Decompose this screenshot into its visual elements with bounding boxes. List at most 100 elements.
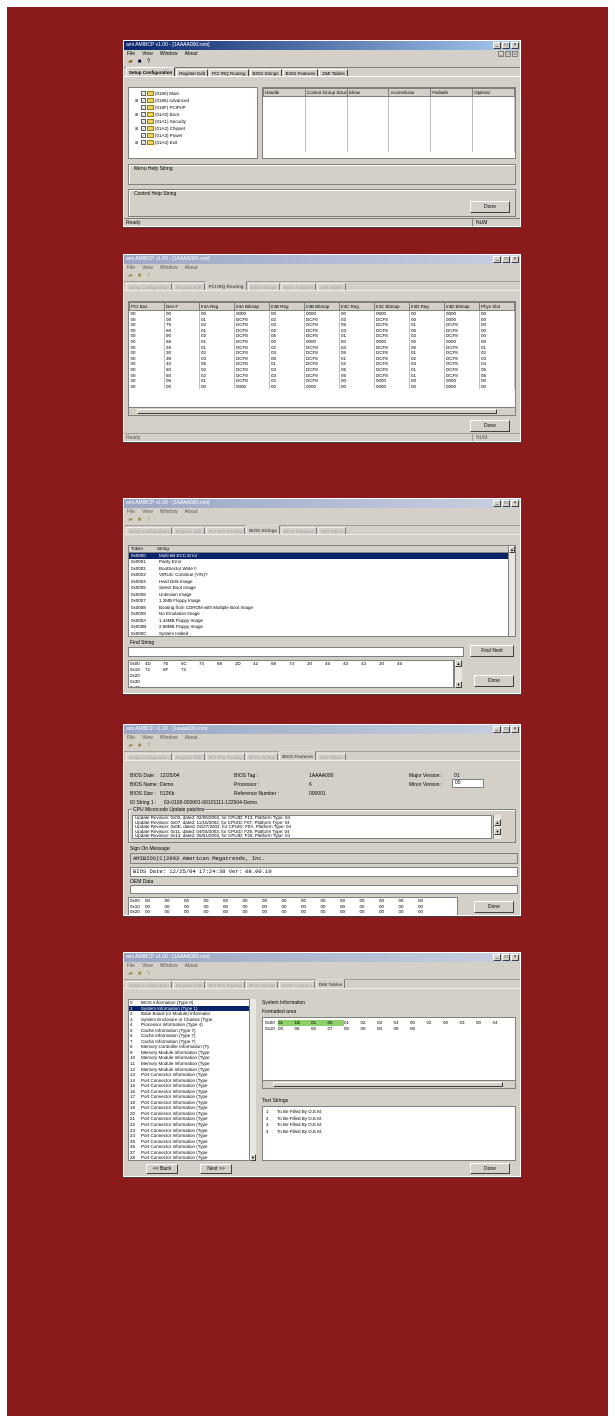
hex-byte[interactable]: 00: [301, 909, 321, 915]
irq-routing-grid[interactable]: PCI Bus Dev # IntA Reg IntA Bitmap IntB Reg I…: [128, 301, 516, 416]
close-button[interactable]: ×: [511, 500, 519, 507]
menu-window[interactable]: Window: [160, 962, 178, 970]
hex-byte[interactable]: [397, 685, 415, 687]
open-icon[interactable]: ▰: [127, 971, 134, 978]
tree-item[interactable]: ✓ (0190) Main: [135, 90, 257, 97]
column-header[interactable]: Phys Slot: [479, 302, 515, 311]
tab-register-edit[interactable]: Register Edit: [172, 753, 205, 760]
tab-bios-strings[interactable]: BIOS Strings: [249, 69, 282, 76]
column-header[interactable]: IntB Reg: [269, 302, 305, 311]
menu-about[interactable]: About: [185, 264, 198, 272]
tree-item[interactable]: ⊞ ✓ (0196) Advanced: [135, 97, 257, 104]
expand-icon[interactable]: ⊞: [135, 125, 140, 132]
minimize-button[interactable]: _: [493, 954, 501, 961]
tab-pci-irq-routing[interactable]: PCI IRQ Routing: [205, 527, 246, 534]
hex-byte[interactable]: 00: [165, 909, 185, 915]
help-icon[interactable]: ?: [145, 743, 152, 750]
hex-byte[interactable]: 00: [360, 909, 380, 915]
column-header[interactable]: Dev #: [164, 302, 200, 311]
minimize-button[interactable]: _: [493, 726, 501, 733]
hex-byte[interactable]: [493, 1026, 510, 1032]
microcode-scrollbar[interactable]: ▲ ▼: [493, 815, 501, 839]
tab-bios-strings[interactable]: BIOS Strings: [246, 753, 279, 760]
tab-pci-irq-routing[interactable]: PCI IRQ Routing: [209, 69, 249, 76]
menu-about[interactable]: About: [185, 508, 198, 516]
tab-dmi-tables[interactable]: DMI Tables: [317, 527, 347, 534]
hex-byte[interactable]: [343, 685, 361, 687]
scroll-down-button[interactable]: ▼: [494, 828, 501, 835]
save-icon[interactable]: ■: [136, 517, 143, 524]
column-header[interactable]: IntA Bitmap: [234, 302, 270, 311]
maximize-button[interactable]: □: [502, 726, 510, 733]
menu-about[interactable]: About: [185, 50, 198, 58]
next-button[interactable]: Next >>: [200, 1164, 232, 1174]
checkbox-icon[interactable]: ✓: [141, 119, 146, 124]
minor-version-input[interactable]: 00: [452, 779, 484, 788]
maximize-button[interactable]: □: [502, 500, 510, 507]
scroll-thumb[interactable]: [137, 409, 497, 414]
dmi-list-scrollbar[interactable]: ▼: [249, 999, 256, 1161]
strings-list[interactable]: Token String 0x0000 Multi-Bit ECC Error 0x0…: [128, 545, 516, 637]
minimize-button[interactable]: _: [493, 42, 501, 49]
column-header[interactable]: Failsafe: [430, 88, 474, 97]
menu-window[interactable]: Window: [160, 264, 178, 272]
help-icon[interactable]: ?: [145, 971, 152, 978]
vertical-scrollbar[interactable]: ▲: [508, 546, 515, 636]
oem-data-input[interactable]: [130, 885, 518, 894]
tab-dmi-tables[interactable]: DMI Tables: [315, 979, 346, 988]
scroll-up-button[interactable]: ▲: [494, 819, 501, 826]
text-strings-list[interactable]: 1 To Be Filled By O.E.M. 2 To Be Filled By …: [262, 1106, 516, 1161]
menu-file[interactable]: File: [127, 734, 135, 742]
expand-icon[interactable]: ⊞: [135, 111, 140, 118]
signon-line-2[interactable]: BIOS Date: 12/25/04 17:24:38 Ver: 08.00.…: [130, 867, 518, 877]
hex-byte[interactable]: [253, 685, 271, 687]
maximize-button[interactable]: □: [502, 42, 510, 49]
hex-byte[interactable]: 00: [243, 909, 263, 915]
tab-dmi-tables[interactable]: DMI Tables: [317, 283, 346, 290]
save-icon[interactable]: ■: [136, 59, 143, 66]
column-header[interactable]: Control Group Structure: [304, 88, 348, 97]
hex-byte[interactable]: [289, 685, 307, 687]
scroll-up-button[interactable]: ▲: [455, 660, 462, 667]
tree-item[interactable]: ⊞ ✓ (01A2) Chipset: [135, 125, 257, 132]
checkbox-icon[interactable]: ✓: [141, 133, 146, 138]
tab-bios-features[interactable]: BIOS Features: [279, 981, 315, 988]
column-header[interactable]: Handle: [263, 88, 306, 97]
menu-window[interactable]: Window: [160, 50, 178, 58]
open-icon[interactable]: ▰: [127, 273, 134, 280]
checkbox-icon[interactable]: ✓: [141, 140, 146, 145]
tab-pci-irq-routing[interactable]: PCI IRQ Routing: [205, 981, 246, 988]
tree-item[interactable]: ✓ (019F) PCIPnP: [135, 104, 257, 111]
help-icon[interactable]: ?: [145, 273, 152, 280]
column-header[interactable]: Show: [346, 88, 390, 97]
find-string-input[interactable]: [128, 647, 464, 657]
menu-file[interactable]: File: [127, 50, 135, 58]
column-header[interactable]: IntC Bitmap: [374, 302, 410, 311]
checkbox-icon[interactable]: ✓: [141, 98, 146, 103]
hex-byte[interactable]: 00: [377, 1026, 394, 1032]
expand-icon[interactable]: ⊞: [135, 139, 140, 146]
tab-dmi-tables[interactable]: DMI Tables: [317, 753, 346, 760]
tab-register-edit[interactable]: Register Edit: [176, 69, 209, 76]
hex-byte[interactable]: [379, 685, 397, 687]
tree-item[interactable]: ⊞ ✓ (01A4) Exit: [135, 139, 257, 146]
done-button[interactable]: Done: [474, 675, 514, 687]
microcode-line[interactable]: Update Revision: 0x13, dated: 05/01/2003…: [133, 834, 491, 838]
hex-byte[interactable]: 00: [223, 909, 243, 915]
hex-byte[interactable]: 00: [282, 909, 302, 915]
done-button[interactable]: Done: [470, 420, 510, 432]
hex-byte[interactable]: [307, 685, 325, 687]
expand-icon[interactable]: ⊞: [135, 97, 140, 104]
menu-file[interactable]: File: [127, 508, 135, 516]
tab-bios-features[interactable]: BIOS Features: [279, 751, 317, 760]
minimize-button[interactable]: _: [493, 256, 501, 263]
menu-file[interactable]: File: [127, 962, 135, 970]
hex-byte[interactable]: 00: [262, 909, 282, 915]
done-button[interactable]: Done: [470, 201, 510, 213]
column-header[interactable]: IntD Bitmap: [444, 302, 480, 311]
open-icon[interactable]: ▰: [127, 59, 134, 66]
hex-byte[interactable]: 00: [399, 909, 419, 915]
mdi-restore-button[interactable]: □: [505, 51, 511, 57]
save-icon[interactable]: ■: [136, 273, 143, 280]
signon-line-1[interactable]: AMIBIOS(C)2003 American Megatrends, Inc.: [130, 853, 518, 864]
